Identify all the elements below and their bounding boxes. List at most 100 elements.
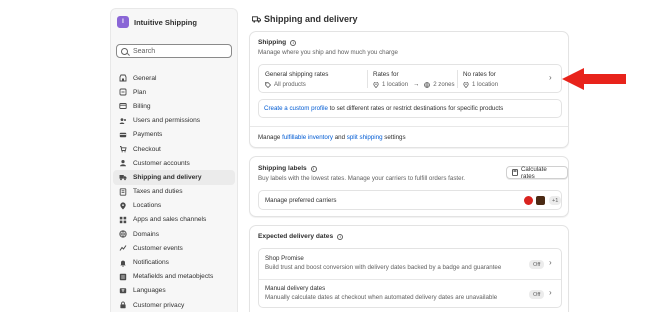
custom-profile-text: to set different rates or restrict desti… (327, 105, 504, 112)
shipping-footer: Manage fulfillable inventory and split s… (258, 134, 406, 141)
taxes-icon (119, 187, 127, 196)
store-avatar: I (117, 16, 129, 28)
store-icon (119, 74, 127, 82)
store-switcher[interactable]: I Intuitive Shipping (117, 16, 197, 28)
general-rates-row[interactable]: General shipping rates All products Rate… (258, 64, 562, 93)
manual-delivery-desc: Manually calculate dates at checkout whe… (265, 294, 498, 301)
sidebar-item-locations[interactable]: Locations (113, 199, 235, 213)
custom-profile-row: Create a custom profile to set different… (258, 99, 562, 118)
sidebar-item-apps-and-sales-channels[interactable]: Apps and sales channels (113, 213, 235, 227)
footer-text: settings (382, 134, 406, 141)
footer-text: Manage (258, 134, 283, 141)
chevron-right-icon[interactable]: › (549, 73, 552, 82)
shop-promise-desc: Build trust and boost conversion with de… (265, 264, 502, 271)
search-placeholder: Search (133, 47, 156, 55)
labels-subtitle: Buy labels with the lowest rates. Manage… (258, 175, 466, 182)
shipping-card: Shipping i Manage where you ship and how… (249, 31, 569, 148)
manage-carriers-label: Manage preferred carriers (265, 197, 337, 204)
calculate-rates-label: Calculate rates (520, 165, 547, 180)
sidebar-item-plan[interactable]: Plan (113, 85, 235, 99)
metafields-icon (119, 273, 127, 281)
sidebar-item-label: Metafields and metaobjects (133, 273, 214, 281)
sidebar-item-languages[interactable]: Languages (113, 284, 235, 298)
sidebar-item-label: Customer events (133, 244, 183, 252)
sidebar-item-shipping-and-delivery[interactable]: Shipping and delivery (113, 170, 235, 185)
settings-nav: General Plan Billing Users and permissions P… (113, 71, 235, 312)
carrier-logo-ups-icon (536, 196, 545, 205)
sidebar-item-label: Plan (133, 88, 147, 96)
sidebar-item-label: General (133, 74, 157, 82)
arrow-right-icon: → (413, 81, 420, 88)
sidebar-item-taxes-and-duties[interactable]: Taxes and duties (113, 185, 235, 199)
divider (367, 70, 368, 88)
annotation-arrow-icon (562, 68, 626, 90)
rates-location-text: 1 location (382, 81, 409, 88)
sidebar-item-users-and-permissions[interactable]: Users and permissions (113, 114, 235, 128)
chevron-right-icon[interactable]: › (549, 258, 552, 267)
manage-carriers-row[interactable]: Manage preferred carriers +1 (258, 190, 562, 210)
fulfillable-inventory-link[interactable]: fulfillable inventory (282, 134, 333, 141)
shipping-title: Shipping i (258, 39, 297, 46)
info-icon[interactable]: i (337, 233, 344, 240)
zones-text: 2 zones (433, 81, 455, 88)
sidebar-item-notifications[interactable]: Notifications (113, 255, 235, 269)
calculator-icon (512, 169, 518, 176)
sidebar-item-label: Billing (133, 102, 151, 110)
sidebar-item-checkout[interactable]: Checkout (113, 142, 235, 156)
search-input[interactable]: Search (116, 44, 232, 58)
general-rates-label: General shipping rates (265, 71, 329, 78)
delivery-title: Expected delivery dates i (258, 233, 344, 240)
delivery-title-text: Expected delivery dates (258, 233, 334, 240)
shop-promise-row[interactable]: Shop Promise Build trust and boost conve… (259, 249, 561, 279)
shipping-title-text: Shipping (258, 39, 287, 46)
no-rates-label: No rates for (463, 71, 496, 78)
sidebar-item-label: Users and permissions (133, 117, 201, 125)
sidebar-item-label: Taxes and duties (133, 188, 183, 196)
checkout-icon (119, 145, 127, 153)
page-title-text: Shipping and delivery (264, 14, 358, 24)
languages-icon (119, 287, 127, 295)
carrier-logo-dhl-icon (524, 196, 533, 205)
info-icon[interactable]: i (290, 39, 297, 46)
shipping-subtitle: Manage where you ship and how much you c… (258, 49, 398, 56)
plan-icon (119, 88, 127, 96)
sidebar-item-label: Languages (133, 287, 166, 295)
more-carriers-badge: +1 (549, 196, 562, 205)
globe-icon (119, 230, 127, 238)
sidebar-item-label: Customer accounts (133, 159, 190, 167)
sidebar-item-billing[interactable]: Billing (113, 99, 235, 113)
divider (457, 70, 458, 88)
payments-icon (119, 131, 127, 139)
sidebar-item-label: Domains (133, 230, 160, 238)
sidebar-item-label: Checkout (133, 145, 161, 153)
sidebar-item-label: Apps and sales channels (133, 216, 207, 224)
sidebar-item-customer-events[interactable]: Customer events (113, 241, 235, 255)
create-custom-profile-link[interactable]: Create a custom profile (264, 105, 328, 112)
rates-for-label: Rates for (373, 71, 399, 78)
lock-icon (119, 301, 127, 309)
no-rates-location-text: 1 location (472, 81, 499, 88)
sidebar-item-customer-accounts[interactable]: Customer accounts (113, 156, 235, 170)
customer-icon (119, 159, 127, 167)
divider (250, 126, 568, 127)
shipping-labels-card: Shipping labels i Buy labels with the lo… (249, 156, 569, 217)
all-products-text: All products (274, 81, 306, 88)
info-icon[interactable]: i (310, 165, 317, 172)
sidebar-item-domains[interactable]: Domains (113, 227, 235, 241)
manual-delivery-row[interactable]: Manual delivery dates Manually calculate… (259, 280, 561, 309)
sidebar-item-metafields-and-metaobjects[interactable]: Metafields and metaobjects (113, 270, 235, 284)
store-name: Intuitive Shipping (134, 17, 197, 27)
split-shipping-link[interactable]: split shipping (347, 134, 383, 141)
sidebar-item-payments[interactable]: Payments (113, 128, 235, 142)
sidebar-item-label: Notifications (133, 259, 169, 267)
sidebar-item-customer-privacy[interactable]: Customer privacy (113, 298, 235, 312)
sidebar-item-general[interactable]: General (113, 71, 235, 85)
sidebar-item-label: Locations (133, 202, 162, 210)
footer-text: and (333, 134, 347, 141)
globe-icon (424, 81, 431, 88)
chevron-right-icon[interactable]: › (549, 288, 552, 297)
page-title: Shipping and delivery (252, 14, 358, 24)
sidebar-item-label: Customer privacy (133, 301, 185, 309)
search-icon (121, 47, 128, 55)
calculate-rates-button[interactable]: Calculate rates (506, 165, 568, 180)
